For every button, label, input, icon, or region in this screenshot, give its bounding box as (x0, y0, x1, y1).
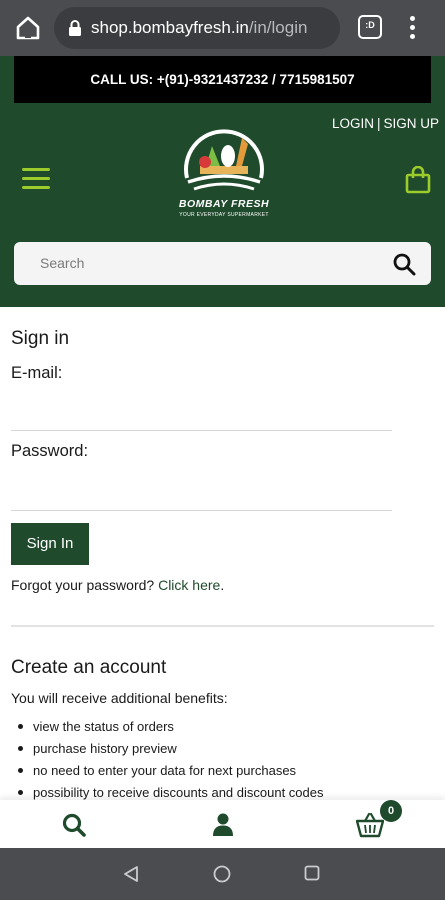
email-field[interactable] (11, 389, 392, 431)
auth-links: LOGIN | SIGN UP (332, 116, 439, 131)
main-content: Sign in E-mail: Password: Sign In Forgot… (0, 307, 445, 800)
login-link[interactable]: LOGIN (332, 116, 374, 131)
cart-icon[interactable] (356, 812, 384, 838)
forgot-text: Forgot your password? (11, 577, 155, 593)
browser-toolbar: shop.bombayfresh.in/in/login :D (0, 0, 445, 56)
benefit-item: no need to enter your data for next purc… (18, 763, 324, 785)
url-text: shop.bombayfresh.in/in/login (91, 18, 307, 38)
logo-name: BOMBAY FRESH (178, 198, 270, 210)
benefits-intro: You will receive additional benefits: (11, 690, 228, 706)
divider (11, 625, 434, 627)
site-header: CALL US: +(91)-9321437232 / 7715981507 L… (0, 56, 445, 307)
cart-count-badge: 0 (380, 800, 402, 822)
lock-icon (69, 20, 81, 36)
url-domain: shop.bombayfresh.in (91, 18, 249, 37)
hamburger-icon[interactable] (22, 168, 50, 190)
forgot-password: Forgot your password? Click here. (11, 577, 224, 593)
system-nav-bar (0, 848, 445, 900)
forgot-period: . (220, 577, 225, 593)
home-icon[interactable] (14, 14, 42, 42)
password-label: Password: (11, 442, 89, 460)
url-path: /in/login (248, 18, 308, 37)
search-input[interactable]: Search (40, 255, 84, 271)
screen: shop.bombayfresh.in/in/login :D CALL US:… (0, 0, 445, 900)
signin-title: Sign in (11, 328, 70, 349)
password-field[interactable] (11, 469, 392, 511)
benefit-item: view the status of orders (18, 719, 324, 741)
address-bar[interactable]: shop.bombayfresh.in/in/login (54, 7, 340, 49)
search-icon[interactable] (61, 812, 87, 838)
shopping-bag-icon[interactable] (405, 166, 431, 194)
overflow-menu-icon[interactable] (404, 14, 420, 42)
search-icon[interactable] (392, 252, 416, 276)
back-icon[interactable] (122, 865, 140, 883)
forgot-password-link[interactable]: Click here (158, 577, 220, 593)
logo-tagline: YOUR EVERYDAY SUPERMARKET (179, 212, 269, 218)
account-icon[interactable] (211, 812, 235, 836)
email-label: E-mail: (11, 364, 63, 382)
bottom-nav: 0 (0, 800, 445, 848)
create-account-title: Create an account (11, 657, 167, 678)
home-circle-icon[interactable] (213, 865, 231, 883)
logo-emblem (184, 129, 264, 191)
benefits-list: view the status of orders purchase histo… (18, 719, 324, 807)
tabs-count: :D (365, 20, 375, 30)
benefit-item: purchase history preview (18, 741, 324, 763)
brand-logo[interactable]: BOMBAY FRESH YOUR EVERYDAY SUPERMARKET (170, 118, 278, 222)
tabs-icon[interactable]: :D (358, 15, 382, 39)
recent-apps-icon[interactable] (304, 865, 320, 881)
signup-link[interactable]: SIGN UP (383, 116, 439, 131)
signin-button[interactable]: Sign In (11, 523, 89, 565)
call-us-bar: CALL US: +(91)-9321437232 / 7715981507 (14, 56, 431, 103)
search-box[interactable]: Search (14, 242, 431, 285)
